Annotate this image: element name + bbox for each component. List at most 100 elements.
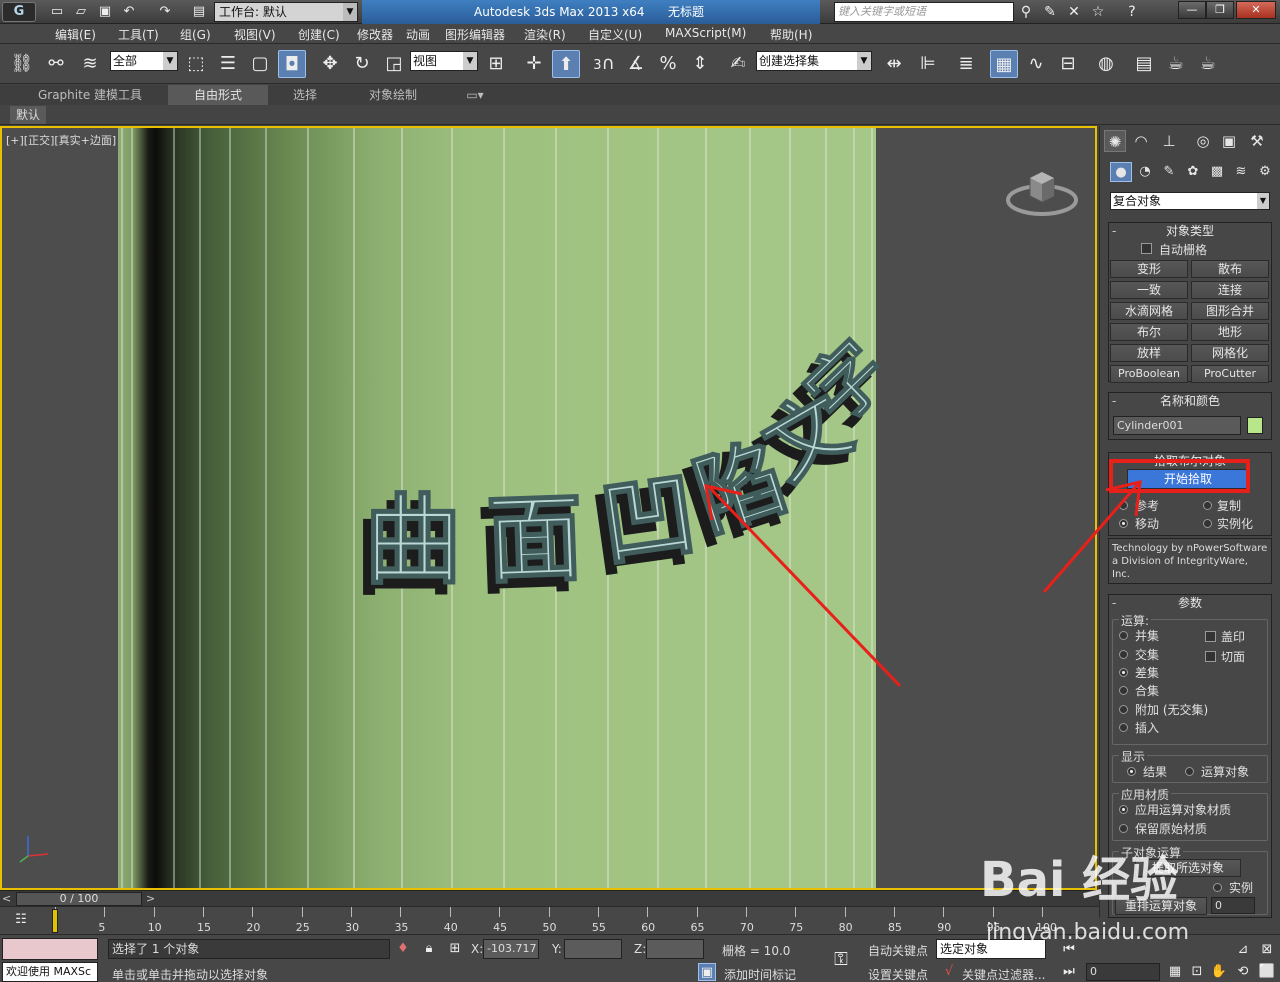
time-config-icon[interactable]: ▦ [1166, 963, 1184, 981]
app-logo-icon[interactable]: G [2, 2, 36, 22]
pivot-center-icon[interactable]: ⊞ [482, 50, 510, 78]
select-by-name-icon[interactable]: ☰ [214, 50, 242, 78]
angle-snap-icon[interactable]: ∡ [622, 50, 650, 78]
scale-icon[interactable]: ◲ [380, 50, 408, 78]
terrain-button[interactable]: 地形 [1191, 323, 1269, 341]
select-manipulate-icon[interactable]: ✛ [520, 50, 548, 78]
ribbon-options-icon[interactable]: ▭▾ [460, 85, 490, 105]
tab-selection[interactable]: 选择 [270, 85, 340, 105]
lights-icon[interactable]: ✎ [1158, 162, 1180, 182]
insert-radio[interactable] [1119, 723, 1128, 732]
x-coordinate-field[interactable]: -103.717 [483, 939, 539, 959]
copy-radio[interactable] [1203, 501, 1212, 510]
bind-spacewarp-icon[interactable]: ≋ [76, 50, 104, 78]
search-input[interactable]: 键入关键字或短语 [834, 2, 1014, 22]
retain-material-radio[interactable] [1119, 824, 1128, 833]
key-filters-button[interactable]: 关键点过滤器... [962, 966, 1045, 982]
create-panel-icon[interactable]: ✺ [1104, 130, 1126, 152]
spacewarps-icon[interactable]: ≋ [1230, 162, 1252, 182]
orbit-icon[interactable]: ⟲ [1234, 963, 1252, 981]
autogrid-checkbox[interactable] [1141, 243, 1152, 254]
unlink-icon[interactable]: ⚯ [42, 50, 70, 78]
spinner-snap-icon[interactable]: ⇕ [686, 50, 714, 78]
blobmesh-button[interactable]: 水滴网格 [1110, 302, 1188, 320]
object-color-swatch[interactable] [1247, 417, 1263, 434]
shapes-icon[interactable]: ◔ [1134, 162, 1156, 182]
conform-button[interactable]: 一致 [1110, 281, 1188, 299]
named-selection-dropdown[interactable]: 创建选择集 ▼ [756, 51, 872, 71]
menu-animation[interactable]: 动画 [406, 26, 430, 43]
menu-tools[interactable]: 工具(T) [118, 26, 159, 43]
time-slider-track[interactable]: < 0 / 100 > [0, 890, 1099, 906]
zoom-extents-icon[interactable]: ⊡ [1188, 963, 1206, 981]
imprint-checkbox[interactable] [1205, 631, 1216, 642]
menu-maxscript[interactable]: MAXScript(M) [665, 26, 746, 40]
mirror-icon[interactable]: ⇹ [880, 50, 908, 78]
time-tag-icon[interactable]: ▣ [698, 963, 716, 981]
morph-button[interactable]: 变形 [1110, 260, 1188, 278]
procutter-button[interactable]: ProCutter [1191, 365, 1269, 383]
maxscript-mini-listener[interactable]: 欢迎使用 MAXSc [2, 962, 98, 982]
set-key-button[interactable]: 设置关键点 [868, 966, 928, 982]
z-coordinate-field[interactable] [646, 939, 704, 959]
subscription-icon[interactable]: ✎ [1040, 3, 1060, 21]
snap-toggle-icon[interactable]: 3∩ [590, 50, 618, 78]
current-frame-marker[interactable] [52, 909, 58, 933]
display-operands-radio[interactable] [1185, 767, 1194, 776]
category-dropdown[interactable]: 复合对象 ▼ [1110, 192, 1270, 210]
modify-panel-icon[interactable]: ◠ [1130, 130, 1152, 152]
union-radio[interactable] [1119, 631, 1128, 640]
add-time-tag[interactable]: 添加时间标记 [724, 966, 796, 982]
key-mode-toggle-icon[interactable]: ⏭ [1060, 963, 1078, 981]
loft-button[interactable]: 放样 [1110, 344, 1188, 362]
select-object-icon[interactable]: ⬚ [182, 50, 210, 78]
menu-graph-editors[interactable]: 图形编辑器 [445, 26, 505, 43]
menu-create[interactable]: 创建(C) [298, 26, 340, 43]
object-type-header[interactable]: - 对象类型 [1109, 223, 1271, 239]
open-file-icon[interactable]: ▱ [72, 3, 90, 21]
save-icon[interactable]: ▣ [96, 3, 114, 21]
pick-boolean-header[interactable]: - 拾取布尔对象 [1109, 453, 1271, 469]
helpers-icon[interactable]: ▩ [1206, 162, 1228, 182]
menu-customize[interactable]: 自定义(U) [588, 26, 642, 43]
proboolean-button[interactable]: ProBoolean [1110, 365, 1188, 383]
geometry-icon[interactable]: ● [1110, 162, 1132, 182]
maximize-button[interactable]: ❐ [1206, 1, 1234, 19]
graphite-toggle-icon[interactable]: ▦ [990, 50, 1018, 78]
subtraction-radio[interactable] [1119, 668, 1128, 677]
pan-hand-icon[interactable]: ✋ [1210, 963, 1228, 981]
hierarchy-panel-icon[interactable]: ⊥ [1158, 130, 1180, 152]
shapemerge-button[interactable]: 图形合并 [1191, 302, 1269, 320]
render-production-icon[interactable]: ☕ [1194, 50, 1222, 78]
close-button[interactable]: ✕ [1236, 1, 1276, 19]
selection-lock-icon[interactable]: 🔒︎ [420, 940, 438, 958]
move-icon[interactable]: ✥ [316, 50, 344, 78]
attach-radio[interactable] [1119, 705, 1128, 714]
align-icon[interactable]: ⊫ [914, 50, 942, 78]
ref-coord-dropdown[interactable]: 视图 ▼ [410, 51, 478, 71]
merge-radio[interactable] [1119, 686, 1128, 695]
viewcube-icon[interactable] [1006, 158, 1078, 218]
ribbon-default-label[interactable]: 默认 [10, 106, 47, 124]
tab-object-paint[interactable]: 对象绘制 [346, 85, 440, 105]
redo-icon[interactable]: ↷ [156, 3, 174, 21]
mini-curve-editor-icon[interactable]: ☷ [12, 911, 30, 929]
display-result-radio[interactable] [1127, 767, 1136, 776]
intersection-radio[interactable] [1119, 650, 1128, 659]
menu-view[interactable]: 视图(V) [234, 26, 276, 43]
tab-freeform[interactable]: 自由形式 [168, 85, 268, 105]
apply-operand-material-radio[interactable] [1119, 805, 1128, 814]
time-slider-thumb[interactable]: 0 / 100 [16, 892, 142, 906]
reference-radio[interactable] [1119, 501, 1128, 510]
help-icon[interactable]: ? [1122, 3, 1142, 21]
menu-group[interactable]: 组(G) [180, 26, 211, 43]
keyboard-shortcut-icon[interactable]: ⬆ [552, 50, 580, 78]
connect-button[interactable]: 连接 [1191, 281, 1269, 299]
schematic-view-icon[interactable]: ⊟ [1054, 50, 1082, 78]
absolute-mode-icon[interactable]: ⊞ [446, 940, 464, 958]
percent-snap-icon[interactable]: % [654, 50, 682, 78]
link-icon[interactable]: ⛓ [8, 50, 36, 78]
rotate-icon[interactable]: ↻ [348, 50, 376, 78]
y-coordinate-field[interactable] [564, 939, 622, 959]
motion-panel-icon[interactable]: ◎ [1192, 130, 1214, 152]
